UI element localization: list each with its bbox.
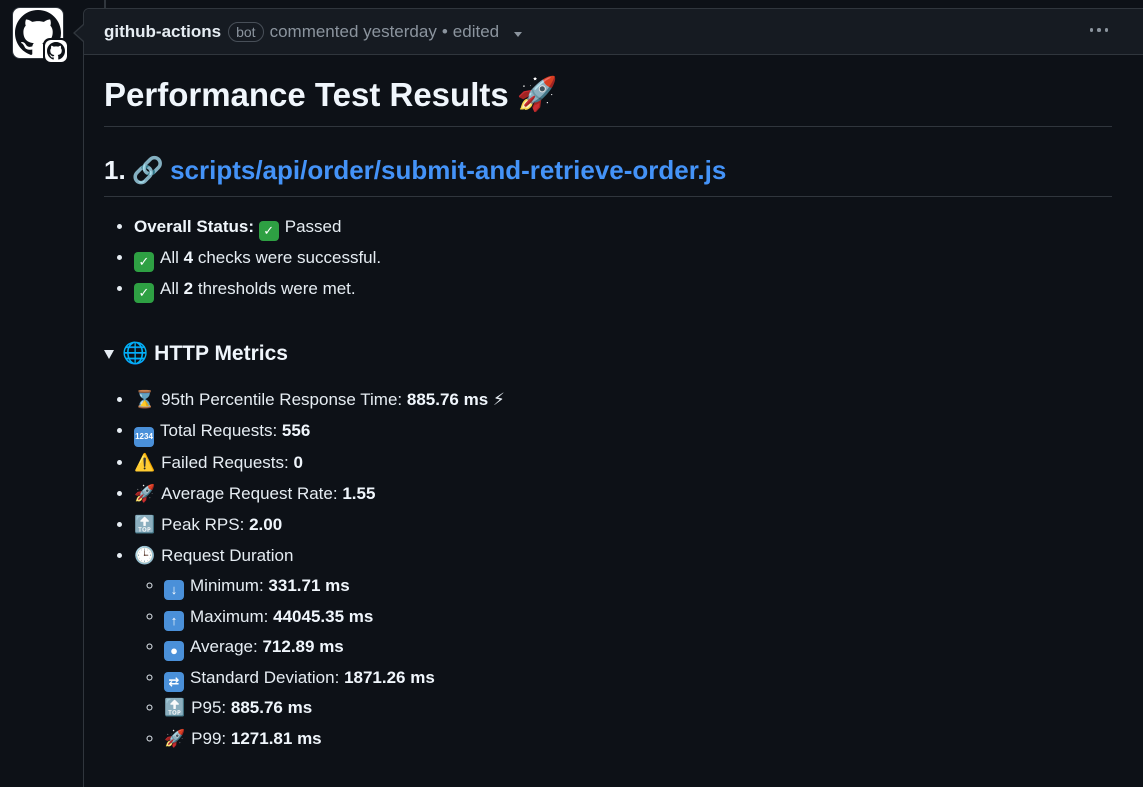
meta-separator: • bbox=[441, 21, 448, 41]
github-app-icon bbox=[47, 42, 65, 60]
title-text: Performance Test Results bbox=[104, 75, 509, 113]
thresholds-prefix: All bbox=[160, 279, 179, 298]
summary-label: HTTP Metrics bbox=[154, 342, 288, 365]
thresholds-count: 2 bbox=[183, 279, 194, 298]
metric-value: 44045.35 ms bbox=[273, 606, 374, 626]
timeline-line bbox=[104, 0, 106, 8]
list-item: ⚠️ Failed Requests: 0 bbox=[134, 447, 1112, 478]
list-item: ⇄ Standard Deviation: 1871.26 ms bbox=[164, 663, 1112, 694]
numbers-icon: 1234 bbox=[134, 427, 154, 447]
metric-label: Average: bbox=[190, 637, 258, 656]
top-arrow-icon: 🔝 bbox=[134, 515, 156, 534]
rocket-icon: 🚀 bbox=[516, 75, 558, 112]
chevron-down-icon bbox=[513, 31, 522, 37]
metric-label: Standard Deviation: bbox=[190, 667, 340, 687]
thresholds-suffix: thresholds were met. bbox=[197, 279, 356, 298]
comment-page: github-actions bot commented yesterday •… bbox=[0, 0, 1143, 787]
metric-value: 1.55 bbox=[342, 484, 376, 503]
list-item: ⌛ 95th Percentile Response Time: 885.76 m… bbox=[134, 384, 1112, 415]
comment-header: github-actions bot commented yesterday •… bbox=[84, 9, 1143, 55]
section-heading: 1. 🔗 scripts/api/order/submit-and-retrie… bbox=[104, 155, 1112, 197]
metric-value: 556 bbox=[281, 421, 311, 440]
triangle-down-icon bbox=[104, 349, 114, 359]
checks-count: 4 bbox=[183, 248, 194, 267]
metric-value: 1271.81 ms bbox=[230, 728, 322, 748]
kebab-menu-icon[interactable] bbox=[1086, 22, 1113, 38]
metric-label: Total Requests: bbox=[160, 421, 278, 440]
script-link[interactable]: scripts/api/order/submit-and-retrieve-or… bbox=[170, 155, 726, 186]
globe-icon: 🌐 bbox=[122, 342, 149, 365]
link-icon: 🔗 bbox=[131, 155, 165, 185]
arrow-down-icon: ↓ bbox=[164, 580, 184, 601]
checks-prefix: All bbox=[160, 248, 179, 267]
comment-pointer-inner bbox=[75, 25, 84, 41]
author-avatar[interactable] bbox=[12, 7, 69, 64]
metrics-list: ⌛ 95th Percentile Response Time: 885.76 m… bbox=[104, 384, 1112, 754]
metric-value: 331.71 ms bbox=[268, 576, 350, 595]
duration-list: ↓ Minimum: 331.71 ms ↑ Maximum: 44045.35 m… bbox=[134, 571, 1112, 754]
duration-label: Request Duration bbox=[161, 546, 294, 565]
edited-history-button[interactable]: edited bbox=[453, 22, 522, 42]
comment-timestamp[interactable]: commented yesterday bbox=[270, 22, 437, 42]
metric-value: 1871.26 ms bbox=[344, 667, 435, 687]
list-item: 🚀P99: 1271.81 ms bbox=[164, 724, 1112, 755]
http-metrics-toggle[interactable]: 🌐 HTTP Metrics bbox=[104, 342, 1112, 366]
author-name[interactable]: github-actions bbox=[104, 22, 221, 42]
metric-value: 2.00 bbox=[249, 515, 283, 534]
metric-value: 885.76 ms bbox=[406, 390, 489, 409]
metric-label: Peak RPS: bbox=[161, 515, 245, 534]
list-item: ✓ All 2 thresholds were met. bbox=[134, 273, 1112, 304]
app-badge bbox=[43, 38, 69, 64]
bot-badge: bot bbox=[228, 21, 264, 42]
check-icon: ✓ bbox=[134, 282, 154, 303]
check-icon: ✓ bbox=[134, 251, 154, 272]
warning-icon: ⚠️ bbox=[134, 453, 156, 472]
status-label: Overall Status: bbox=[134, 217, 254, 236]
list-item: 🔝 P95: 885.76 ms bbox=[164, 693, 1112, 724]
lightning-icon: ⚡ bbox=[492, 390, 505, 409]
edited-label: edited bbox=[452, 21, 500, 41]
metric-value: 0 bbox=[293, 453, 303, 472]
hourglass-icon: ⌛ bbox=[134, 390, 156, 409]
metric-value: 712.89 ms bbox=[262, 637, 344, 656]
list-item: 🕒 Request Duration ↓ Minimum: 331.71 ms ↑ M… bbox=[134, 540, 1112, 754]
rocket-icon: 🚀 bbox=[134, 484, 156, 503]
metric-label: Minimum: bbox=[190, 576, 264, 595]
metric-label: Average Request Rate: bbox=[161, 484, 338, 503]
comment-box: github-actions bot commented yesterday •… bbox=[83, 8, 1143, 787]
list-item: ↓ Minimum: 331.71 ms bbox=[164, 571, 1112, 602]
list-item: 🚀 Average Request Rate: 1.55 bbox=[134, 478, 1112, 509]
clock-icon: 🕒 bbox=[134, 546, 156, 565]
checks-suffix: checks were successful. bbox=[197, 248, 382, 267]
section-number: 1. bbox=[104, 155, 126, 185]
list-item: 1234 Total Requests: 556 bbox=[134, 415, 1112, 447]
list-item: ✓ All 4 checks were successful. bbox=[134, 242, 1112, 273]
status-value: Passed bbox=[284, 217, 342, 236]
metric-label: Failed Requests: bbox=[161, 453, 289, 472]
metric-label: 95th Percentile Response Time: bbox=[161, 390, 403, 409]
comment-body: Performance Test Results 🚀 1. 🔗 scripts/… bbox=[84, 55, 1143, 754]
record-icon: ● bbox=[164, 641, 184, 662]
list-item: 🔝 Peak RPS: 2.00 bbox=[134, 509, 1112, 540]
list-item: ● Average: 712.89 ms bbox=[164, 632, 1112, 663]
metric-label: P99: bbox=[191, 728, 227, 748]
arrow-up-icon: ↑ bbox=[164, 610, 184, 631]
rocket-icon: 🚀 bbox=[164, 728, 186, 748]
status-list: Overall Status: ✓ Passed ✓ All 4 checks we… bbox=[104, 211, 1112, 304]
page-title: Performance Test Results 🚀 bbox=[104, 75, 1112, 127]
metric-value: 885.76 ms bbox=[230, 698, 313, 717]
metric-label: Maximum: bbox=[190, 606, 269, 626]
shuffle-icon: ⇄ bbox=[164, 671, 184, 692]
list-item: ↑ Maximum: 44045.35 ms bbox=[164, 602, 1112, 633]
top-arrow-icon: 🔝 bbox=[164, 698, 186, 717]
check-icon: ✓ bbox=[258, 220, 279, 241]
metric-label: P95: bbox=[191, 698, 227, 717]
list-item: Overall Status: ✓ Passed bbox=[134, 211, 1112, 242]
